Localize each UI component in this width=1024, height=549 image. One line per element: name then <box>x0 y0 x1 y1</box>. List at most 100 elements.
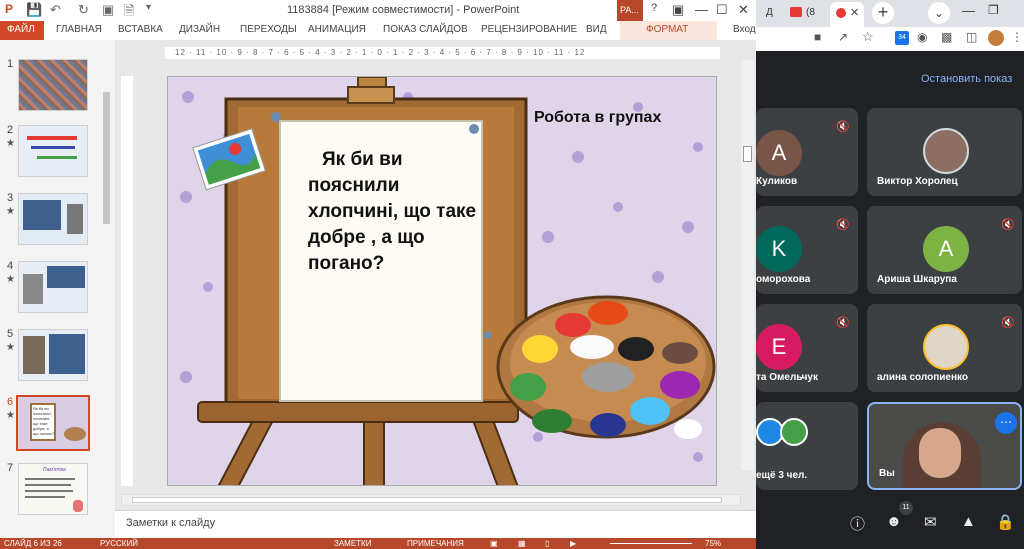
more-participants-tile[interactable]: ещё 3 чел. <box>756 402 858 490</box>
zoom-level[interactable]: 75% <box>705 539 721 548</box>
close-icon[interactable]: ✕ <box>738 2 749 18</box>
new-tab-button[interactable]: + <box>872 2 894 24</box>
people-count-badge: 11 <box>899 501 913 515</box>
participant-tile[interactable]: 🔇 А Куликов <box>756 108 858 196</box>
bookmark-star-icon[interactable]: ☆ <box>862 29 874 45</box>
tab-format[interactable]: ФОРМАТ <box>620 21 717 40</box>
tab-insert[interactable]: ВСТАВКА <box>118 24 163 35</box>
slide-thumbnail-5[interactable] <box>18 329 88 381</box>
slide-thumbnail-7[interactable]: Пам'ятка <box>18 463 88 515</box>
browser-tab[interactable]: Д <box>758 4 788 24</box>
extension-icon[interactable]: ◉ <box>917 30 927 44</box>
browser-tab-active[interactable]: ✕ <box>830 2 864 27</box>
more-options-icon[interactable]: ⋯ <box>995 412 1017 434</box>
help-button[interactable]: ? <box>651 2 657 14</box>
star-icon: ★ <box>6 342 15 353</box>
undo-icon[interactable]: ↶ <box>50 2 61 18</box>
zoom-slider[interactable] <box>610 543 692 544</box>
vertical-scrollbar[interactable] <box>741 60 754 470</box>
participant-name: Куликов <box>756 176 798 187</box>
info-icon[interactable]: ⓘ <box>850 513 865 534</box>
minimize-icon[interactable]: — <box>695 2 708 17</box>
ribbon-display-icon[interactable]: ▣ <box>672 2 684 18</box>
menu-icon[interactable]: ⋮ <box>1011 30 1023 44</box>
thumbnails-scrollbar[interactable] <box>103 92 110 224</box>
participant-tile[interactable]: 🔇 A Ариша Шкарупа <box>867 206 1022 294</box>
participant-name: алина солопиенко <box>877 372 968 383</box>
title-bar: P 💾 ↶ ↻ ▣ 🗎 ▾ 1183884 [Режим совместимос… <box>0 0 756 21</box>
horizontal-ruler: 12 · 11 · 10 · 9 · 8 · 7 · 6 · 5 · 4 · 3… <box>165 47 720 59</box>
minimize-icon[interactable]: — <box>962 3 975 18</box>
slide-thumbnail-1[interactable] <box>18 59 88 111</box>
comments-toggle[interactable]: ПРИМЕЧАНИЯ <box>407 539 464 548</box>
meet-presenting-bar: Остановить показ <box>756 51 1024 106</box>
extension-badge[interactable]: 34 <box>895 31 909 45</box>
youtube-icon <box>790 7 802 17</box>
restore-icon[interactable]: ❐ <box>988 3 999 17</box>
slide-caption[interactable]: Робота в групах <box>534 109 661 127</box>
participant-name: Виктор Хоролец <box>877 176 958 187</box>
participant-tile[interactable]: 🔇 алина солопиенко <box>867 304 1022 392</box>
sidebar-icon[interactable]: ◫ <box>966 30 977 44</box>
stop-presenting-button[interactable]: Остановить показ <box>921 73 1012 85</box>
share-icon[interactable]: ↗ <box>838 30 848 44</box>
chat-icon[interactable]: ✉ <box>924 513 937 531</box>
tab-search-icon[interactable]: ⌄ <box>928 2 950 24</box>
avatar-small <box>780 418 808 446</box>
browser-toolbar: ■ ↗ ☆ 34 ◉ ▩ ◫ ⋮ <box>756 27 1024 51</box>
horizontal-scrollbar[interactable] <box>121 494 741 506</box>
tab-animations[interactable]: АНИМАЦИЯ <box>308 24 366 35</box>
avatar-photo <box>923 128 969 174</box>
tab-file[interactable]: ФАЙЛ <box>0 21 44 40</box>
start-slideshow-icon[interactable]: ▣ <box>102 2 114 18</box>
save-icon[interactable]: 💾 <box>26 2 42 18</box>
sign-in-link[interactable]: Вход <box>733 24 756 35</box>
redo-icon[interactable]: ↻ <box>78 2 89 18</box>
slide-thumbnail-2[interactable] <box>18 125 88 177</box>
avatar: K <box>756 226 802 272</box>
profile-avatar[interactable] <box>988 30 1004 46</box>
host-controls-icon[interactable]: 🔒 <box>996 513 1015 531</box>
context-tab-label[interactable]: РА... <box>617 0 643 21</box>
tab-review[interactable]: РЕЦЕНЗИРОВАНИЕ <box>481 24 577 35</box>
notes-toggle[interactable]: ЗАМЕТКИ <box>334 539 371 548</box>
slide-sorter-icon[interactable]: ▦ <box>518 539 526 548</box>
thumb-7-title: Пам'ятка <box>43 467 66 473</box>
current-slide[interactable]: Як би ви пояснили хлопчині, що таке добр… <box>167 76 717 486</box>
camera-icon[interactable]: ■ <box>814 30 821 44</box>
slide-thumbnail-6-selected[interactable]: Як би ви пояснили хлопчині, що таке добр… <box>16 395 90 451</box>
maximize-icon[interactable]: ☐ <box>716 2 728 18</box>
reading-view-icon[interactable]: ▯ <box>545 539 549 548</box>
avatar-photo <box>923 324 969 370</box>
participant-name: оморохова <box>756 274 811 285</box>
browser-tab[interactable]: (8 <box>790 4 828 24</box>
slide-number: 4 <box>7 260 14 272</box>
tab-home[interactable]: ГЛАВНАЯ <box>56 24 102 35</box>
tab-view[interactable]: ВИД <box>586 24 607 35</box>
normal-view-icon[interactable]: ▣ <box>490 539 498 548</box>
slide-thumbnail-3[interactable] <box>18 193 88 245</box>
people-icon[interactable]: ☻ <box>886 513 902 530</box>
participant-tile[interactable]: 🔇 E та Омельчук <box>756 304 858 392</box>
slide-question-text[interactable]: Як би ви пояснили хлопчині, що таке добр… <box>308 147 478 277</box>
language-indicator[interactable]: РУССКИЙ <box>100 539 138 548</box>
participant-name: та Омельчук <box>756 372 818 383</box>
participant-tile[interactable]: 🔇 K оморохова <box>756 206 858 294</box>
mic-off-icon: 🔇 <box>1001 219 1015 231</box>
mic-off-icon: 🔇 <box>1001 317 1015 329</box>
self-view-tile[interactable]: ⋯ Вы <box>867 402 1022 490</box>
tab-transitions[interactable]: ПЕРЕХОДЫ <box>240 24 297 35</box>
customize-qat-icon[interactable]: ▾ <box>146 2 151 13</box>
slide-thumbnail-4[interactable] <box>18 261 88 313</box>
avatar: А <box>756 130 802 176</box>
notes-pane[interactable]: Заметки к слайду <box>115 510 756 538</box>
close-tab-icon[interactable]: ✕ <box>850 6 859 19</box>
powerpoint-window: P 💾 ↶ ↻ ▣ 🗎 ▾ 1183884 [Режим совместимос… <box>0 0 756 549</box>
puzzle-icon[interactable]: ▩ <box>941 30 952 44</box>
avatar: A <box>923 226 969 272</box>
slideshow-view-icon[interactable]: ▶ <box>570 539 576 548</box>
tab-design[interactable]: ДИЗАЙН <box>179 24 220 35</box>
participant-tile[interactable]: Виктор Хоролец <box>867 108 1022 196</box>
activities-icon[interactable]: ▲ <box>961 513 976 530</box>
tab-slideshow[interactable]: ПОКАЗ СЛАЙДОВ <box>383 24 468 35</box>
